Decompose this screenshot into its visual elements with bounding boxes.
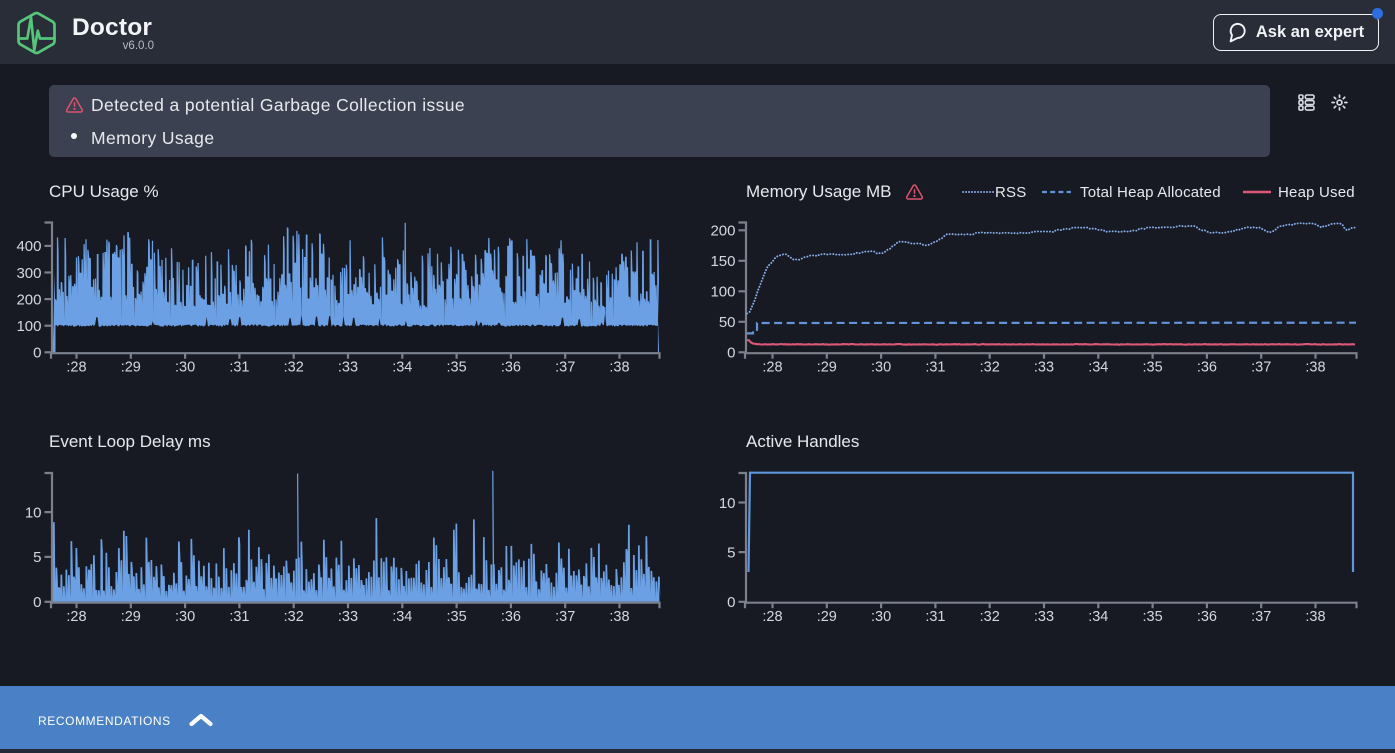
- svg-text:10: 10: [719, 495, 736, 512]
- svg-text::38: :38: [609, 609, 629, 625]
- svg-text:5: 5: [33, 549, 41, 566]
- svg-text:200: 200: [16, 291, 41, 308]
- svg-text::32: :32: [284, 360, 304, 376]
- svg-text:100: 100: [710, 284, 735, 301]
- svg-text::38: :38: [1305, 609, 1325, 625]
- svg-text::37: :37: [1251, 360, 1271, 376]
- svg-text::29: :29: [121, 609, 141, 625]
- svg-text::30: :30: [871, 360, 891, 376]
- svg-text:0: 0: [33, 345, 41, 362]
- svg-text::32: :32: [980, 360, 1000, 376]
- svg-text::30: :30: [871, 609, 891, 625]
- svg-text::36: :36: [1197, 360, 1217, 376]
- svg-text:5: 5: [727, 544, 735, 561]
- svg-text::31: :31: [925, 360, 945, 376]
- svg-text:150: 150: [710, 253, 735, 270]
- svg-text:400: 400: [16, 238, 41, 255]
- svg-text::33: :33: [1034, 609, 1054, 625]
- svg-text::34: :34: [392, 360, 412, 376]
- svg-text:50: 50: [719, 314, 736, 331]
- svg-text::28: :28: [66, 360, 86, 376]
- svg-text::36: :36: [501, 609, 521, 625]
- svg-text::29: :29: [817, 360, 837, 376]
- svg-text:300: 300: [16, 265, 41, 282]
- svg-text::28: :28: [762, 609, 782, 625]
- svg-text::35: :35: [1143, 609, 1163, 625]
- svg-text::30: :30: [175, 360, 195, 376]
- svg-text::36: :36: [501, 360, 521, 376]
- svg-text::33: :33: [338, 360, 358, 376]
- svg-text:0: 0: [727, 594, 735, 611]
- svg-text::29: :29: [817, 609, 837, 625]
- svg-text::34: :34: [1088, 360, 1108, 376]
- svg-text::36: :36: [1197, 609, 1217, 625]
- svg-text::29: :29: [121, 360, 141, 376]
- svg-text::34: :34: [1088, 609, 1108, 625]
- svg-text::34: :34: [392, 609, 412, 625]
- svg-text::37: :37: [1251, 609, 1271, 625]
- svg-text::35: :35: [1143, 360, 1163, 376]
- svg-text::37: :37: [555, 360, 575, 376]
- svg-text:100: 100: [16, 318, 41, 335]
- svg-text::33: :33: [338, 609, 358, 625]
- svg-text::31: :31: [925, 609, 945, 625]
- svg-text::32: :32: [980, 609, 1000, 625]
- svg-text:10: 10: [25, 504, 42, 521]
- svg-text::28: :28: [66, 609, 86, 625]
- svg-text::37: :37: [555, 609, 575, 625]
- svg-text::38: :38: [1305, 360, 1325, 376]
- svg-text::28: :28: [762, 360, 782, 376]
- svg-text::32: :32: [284, 609, 304, 625]
- svg-text::38: :38: [609, 360, 629, 376]
- svg-text::31: :31: [229, 609, 249, 625]
- svg-text:0: 0: [33, 594, 41, 611]
- svg-text:0: 0: [727, 345, 735, 362]
- svg-text::33: :33: [1034, 360, 1054, 376]
- svg-text::30: :30: [175, 609, 195, 625]
- svg-text::35: :35: [447, 360, 467, 376]
- svg-text:200: 200: [710, 223, 735, 240]
- svg-text::35: :35: [447, 609, 467, 625]
- svg-text::31: :31: [229, 360, 249, 376]
